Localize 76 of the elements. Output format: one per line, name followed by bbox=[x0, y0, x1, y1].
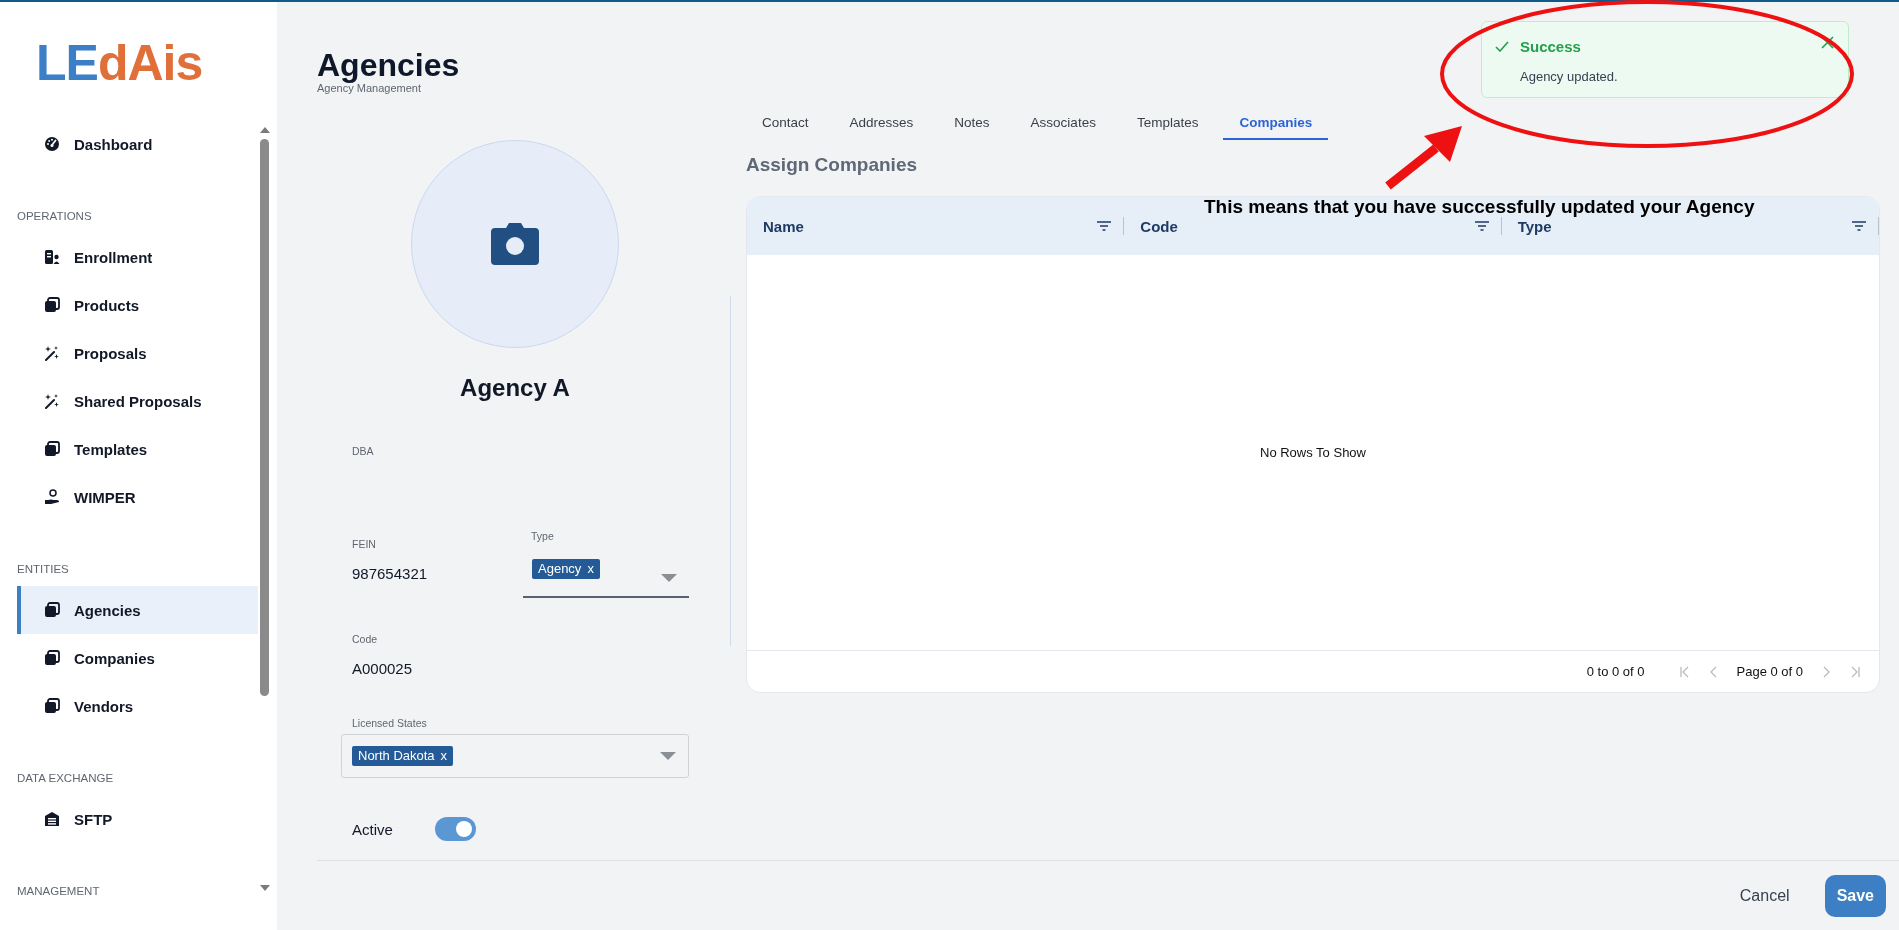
last-page-icon[interactable] bbox=[1849, 665, 1861, 678]
gauge-icon bbox=[44, 136, 60, 152]
tab[interactable]: Templates bbox=[1120, 112, 1215, 140]
section-heading: ENTITIES bbox=[17, 562, 70, 577]
logo: LEdAis bbox=[35, 34, 204, 93]
hand-coin-icon bbox=[44, 489, 60, 505]
stacked-cards-icon bbox=[44, 650, 60, 666]
caret-icon[interactable] bbox=[661, 573, 677, 582]
section-heading: DATA EXCHANGE bbox=[17, 771, 115, 786]
selected-tag[interactable]: North Dakota x bbox=[352, 746, 454, 766]
stacked-cards-icon bbox=[44, 297, 60, 313]
tab[interactable]: Companies bbox=[1223, 112, 1329, 140]
field-value: 987654321 bbox=[351, 565, 429, 583]
toggle-label: Active bbox=[352, 820, 394, 838]
section-title: Assign Companies bbox=[746, 153, 919, 177]
filter-icon[interactable] bbox=[1097, 221, 1112, 231]
field-label: Code bbox=[351, 633, 379, 646]
empty-message: No Rows To Show bbox=[1260, 445, 1366, 460]
selected-tag[interactable]: Agency x bbox=[532, 559, 600, 579]
remove-tag-button[interactable]: x bbox=[587, 561, 594, 576]
toast-title: Success bbox=[1520, 38, 1581, 55]
states-select[interactable]: North Dakota x bbox=[341, 734, 689, 778]
scrollbar-thumb[interactable] bbox=[260, 139, 269, 696]
close-icon[interactable] bbox=[1821, 36, 1834, 49]
camera-icon bbox=[490, 222, 540, 266]
save-button[interactable]: Save bbox=[1824, 874, 1886, 917]
toggle-switch[interactable] bbox=[435, 817, 476, 841]
warehouse-icon bbox=[44, 811, 60, 827]
sidebar-item[interactable]: Shared Proposals bbox=[17, 377, 258, 425]
sidebar-item[interactable]: WIMPER bbox=[17, 473, 258, 521]
sidebar-item[interactable]: Products bbox=[17, 281, 258, 329]
scroll-up-icon[interactable] bbox=[259, 126, 271, 134]
stacked-cards-icon bbox=[44, 602, 60, 618]
sidebar-item[interactable]: SFTP bbox=[17, 795, 258, 843]
magic-wand-icon bbox=[44, 345, 60, 361]
agency-name: Agency A bbox=[460, 373, 570, 403]
first-page-icon[interactable] bbox=[1678, 665, 1691, 678]
sidebar-item[interactable]: Vendors bbox=[17, 682, 258, 730]
filter-icon[interactable] bbox=[1852, 221, 1866, 231]
scroll-down-icon[interactable] bbox=[259, 884, 271, 892]
sidebar-item[interactable]: Companies bbox=[17, 634, 258, 682]
page-subtitle: Agency Management bbox=[317, 82, 421, 95]
sidebar-item[interactable]: Templates bbox=[17, 425, 258, 473]
field-label: Type bbox=[530, 530, 555, 543]
column-header[interactable]: Type bbox=[1517, 217, 1552, 235]
field-label: Licensed States bbox=[351, 717, 428, 730]
column-header[interactable]: Name bbox=[763, 217, 804, 235]
field-value: A000025 bbox=[351, 660, 414, 678]
sidebar-item[interactable]: Dashboard bbox=[17, 120, 258, 168]
type-select[interactable]: Agency x bbox=[523, 557, 689, 598]
stacked-cards-icon bbox=[44, 441, 60, 457]
sidebar-item[interactable]: Agencies bbox=[17, 586, 258, 634]
tab[interactable]: Addresses bbox=[833, 112, 930, 140]
annotation-text: This means that you have successfully updated your Agency bbox=[1204, 196, 1755, 218]
magic-wand-icon bbox=[44, 393, 60, 409]
field-label: DBA bbox=[351, 445, 375, 458]
remove-tag-button[interactable]: x bbox=[440, 748, 448, 763]
section-heading: OPERATIONS bbox=[17, 209, 93, 224]
field-label: FEIN bbox=[351, 538, 377, 551]
tab[interactable]: Contact bbox=[746, 112, 825, 140]
id-card-icon bbox=[44, 249, 60, 265]
caret-icon[interactable] bbox=[660, 752, 676, 760]
toast-message: Agency updated. bbox=[1520, 69, 1619, 84]
check-icon bbox=[1495, 41, 1509, 52]
row-count: 0 to 0 of 0 bbox=[1586, 664, 1645, 679]
sidebar-item[interactable]: Proposals bbox=[17, 329, 258, 377]
section-heading: MANAGEMENT bbox=[17, 884, 101, 899]
sidebar-item[interactable]: Enrollment bbox=[17, 233, 258, 281]
stacked-cards-icon bbox=[44, 698, 60, 714]
tab[interactable]: Associates bbox=[1014, 112, 1112, 140]
tab[interactable]: Notes bbox=[938, 112, 1006, 140]
column-header[interactable]: Code bbox=[1140, 217, 1178, 235]
filter-icon[interactable] bbox=[1474, 221, 1489, 231]
cancel-button[interactable]: Cancel bbox=[1733, 885, 1796, 906]
page-indicator: Page 0 of 0 bbox=[1736, 664, 1803, 679]
arrow-icon bbox=[1384, 124, 1464, 190]
